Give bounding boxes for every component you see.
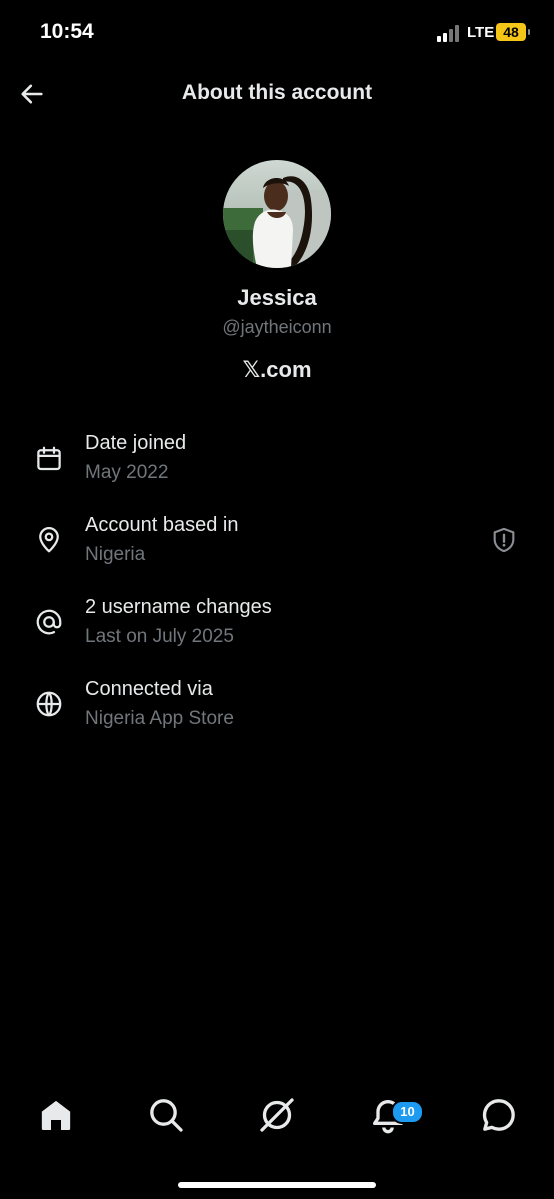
location-pin-icon [39,527,59,553]
info-row-username-changes: 2 username changes Last on July 2025 [0,594,554,664]
grok-icon[interactable] [257,1095,297,1135]
info-row-date-joined: Date joined May 2022 [0,430,554,500]
status-bar: 10:54 LTE 48 [0,0,554,64]
row-value: Last on July 2025 [85,626,234,647]
notification-badge: 10 [391,1100,424,1124]
row-label: Date joined [85,432,187,454]
username-handle: @jaytheiconn [222,317,332,337]
platform-label: 𝕏.com [242,357,312,382]
messages-icon[interactable] [479,1095,519,1135]
avatar [223,160,331,268]
status-time: 10:54 [40,20,94,43]
row-value: Nigeria App Store [85,708,234,729]
bottom-nav [0,1095,554,1145]
display-name: Jessica [237,285,317,310]
at-sign-icon [36,609,62,635]
row-label: Connected via [85,678,213,700]
info-row-connected-via: Connected via Nigeria App Store [0,676,554,746]
calendar-icon [37,446,61,471]
battery-icon: 48 [496,23,530,41]
row-value: May 2022 [85,462,169,483]
row-value: Nigeria [85,544,146,565]
info-row-account-location: Account based in Nigeria [0,512,554,582]
page-title: About this account [181,81,373,104]
home-indicator [178,1182,376,1188]
network-type: LTE [467,24,495,41]
row-label: Account based in [85,514,239,536]
search-icon[interactable] [146,1095,186,1135]
signal-icon [437,24,463,42]
home-icon[interactable] [36,1095,76,1135]
shield-alert-icon[interactable] [490,525,518,555]
row-label: 2 username changes [85,596,272,618]
globe-icon [36,691,62,717]
